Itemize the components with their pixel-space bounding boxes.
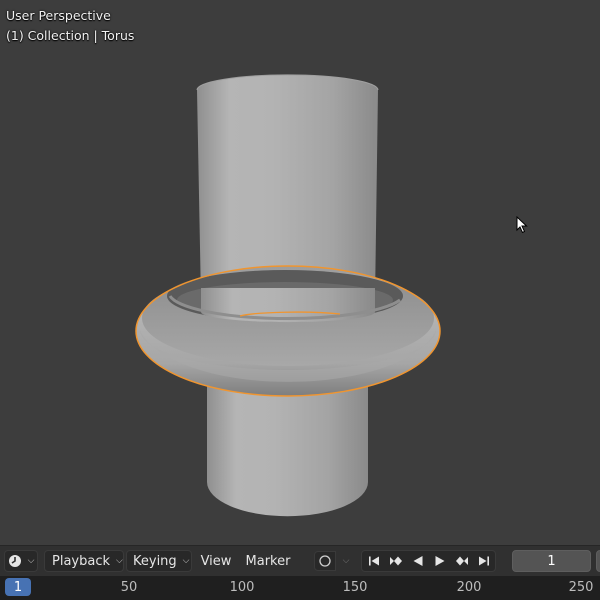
playback-label: Playback <box>52 553 111 569</box>
auto-keying-toggle[interactable]: ⌵ <box>313 550 357 572</box>
chevron-down-icon: ⌵ <box>182 556 190 566</box>
torus-mesh-selected[interactable] <box>135 265 441 397</box>
chevron-down-icon: ⌵ <box>27 556 35 566</box>
view-menu[interactable]: View <box>196 550 236 572</box>
marker-menu[interactable]: Marker <box>242 550 294 572</box>
chevron-down-icon[interactable]: ⌵ <box>336 551 356 571</box>
editor-type-button[interactable]: ⌵ <box>4 550 38 572</box>
jump-to-end-button[interactable] <box>473 551 495 571</box>
jump-to-start-icon <box>368 556 379 566</box>
view-perspective-label: User Perspective <box>6 8 111 23</box>
chevron-down-icon: ⌵ <box>116 556 123 566</box>
timeline-ruler[interactable]: 1 50 100 150 200 250 <box>0 576 600 600</box>
jump-to-end-icon <box>478 556 489 566</box>
frame-range-field[interactable] <box>596 550 600 572</box>
playback-controls <box>361 550 496 572</box>
current-frame-indicator[interactable]: 1 <box>5 578 31 596</box>
mouse-cursor-icon <box>516 216 528 234</box>
jump-to-next-keyframe-button[interactable] <box>451 551 473 571</box>
keying-label: Keying <box>133 553 177 569</box>
play-icon <box>435 556 444 566</box>
current-frame-field[interactable]: 1 <box>512 550 591 572</box>
3d-viewport[interactable]: User Perspective (1) Collection | Torus <box>0 0 600 545</box>
jump-to-prev-keyframe-button[interactable] <box>385 551 407 571</box>
jump-to-prev-keyframe-icon <box>389 556 402 566</box>
jump-to-next-keyframe-icon <box>455 556 468 566</box>
record-icon <box>319 555 331 567</box>
play-button[interactable] <box>429 551 451 571</box>
frame-tick-label: 200 <box>456 580 482 595</box>
viewport-scene[interactable] <box>0 0 600 545</box>
timeline-header: ⌵ Playback ⌵ Keying ⌵ View Marker ⌵ 1 <box>0 545 600 576</box>
keying-menu[interactable]: Keying ⌵ <box>126 550 192 572</box>
active-object-label: (1) Collection | Torus <box>6 28 135 43</box>
jump-to-start-button[interactable] <box>363 551 385 571</box>
playback-menu[interactable]: Playback ⌵ <box>44 550 124 572</box>
play-reverse-button[interactable] <box>407 551 429 571</box>
frame-tick-label: 100 <box>229 580 255 595</box>
frame-tick-label: 150 <box>342 580 368 595</box>
clock-icon <box>8 555 21 567</box>
play-reverse-icon <box>413 556 422 566</box>
frame-tick-label: 250 <box>568 580 594 595</box>
frame-tick-label: 50 <box>120 580 138 595</box>
